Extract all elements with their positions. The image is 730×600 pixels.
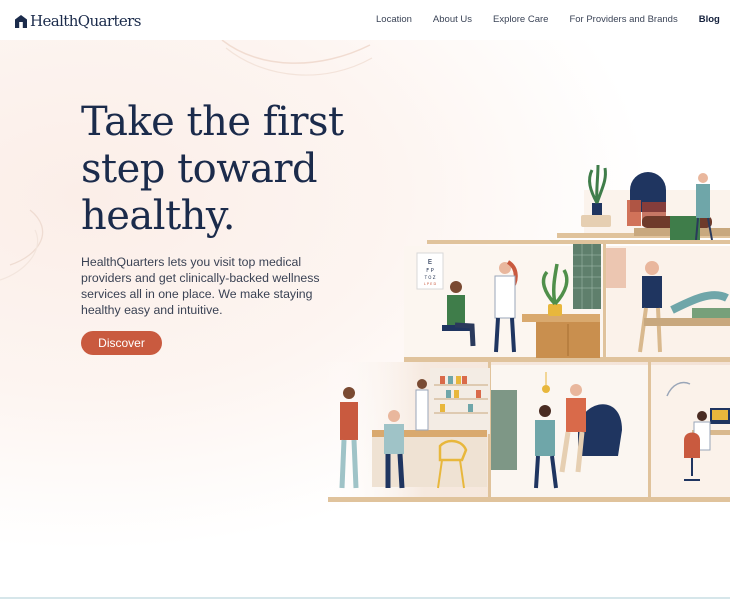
- nav-location[interactable]: Location: [376, 14, 412, 25]
- hero-description: HealthQuarters lets you visit top medica…: [81, 255, 320, 317]
- main-nav: Location About Us Explore Care For Provi…: [376, 14, 720, 25]
- headline-line: step toward: [81, 146, 318, 192]
- nav-blog[interactable]: Blog: [699, 14, 720, 25]
- eye-chart-row: L P E D: [424, 282, 437, 286]
- brand-logo[interactable]: HealthQuarters: [15, 12, 141, 30]
- nav-providers-brands[interactable]: For Providers and Brands: [569, 14, 677, 25]
- house-icon: [15, 14, 27, 28]
- clinic-illustration: E F P T O Z L P E D: [322, 164, 730, 502]
- nav-about-us[interactable]: About Us: [433, 14, 472, 25]
- discover-button[interactable]: Discover: [81, 331, 162, 355]
- eye-chart-row: F P: [426, 268, 433, 274]
- site-header: HealthQuarters Location About Us Explore…: [0, 0, 730, 40]
- headline-line: healthy.: [81, 193, 235, 239]
- brand-name: HealthQuarters: [30, 12, 141, 30]
- section-divider: [0, 597, 730, 599]
- eye-chart-row: E: [428, 258, 432, 266]
- nav-explore-care[interactable]: Explore Care: [493, 14, 548, 25]
- hero-section: Take the first step toward healthy. Heal…: [0, 40, 730, 600]
- headline-line: Take the first: [81, 99, 344, 145]
- eye-chart-row: T O Z: [424, 275, 436, 280]
